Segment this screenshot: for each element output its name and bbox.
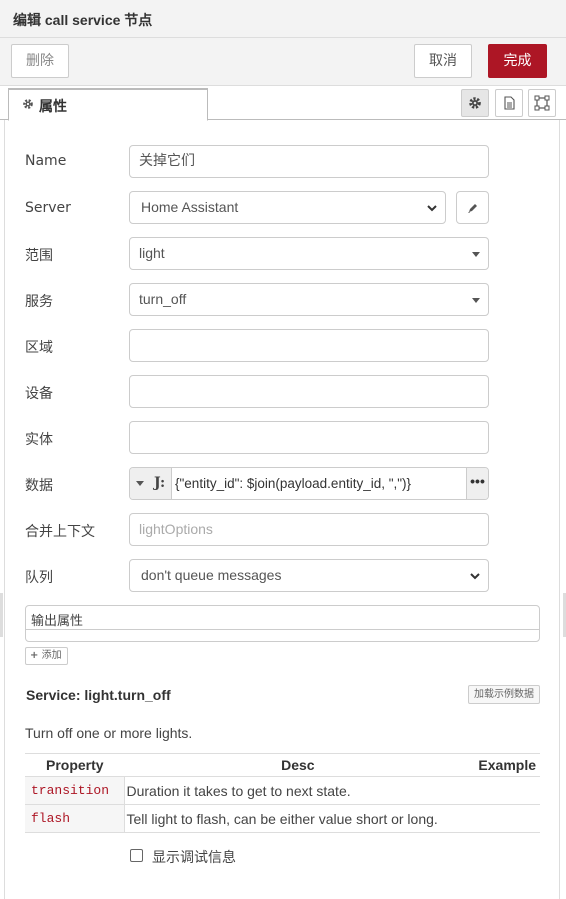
tab-properties[interactable]: 属性 — [8, 88, 208, 121]
merge-context-label: 合并上下文 — [25, 524, 95, 540]
data-label: 数据 — [25, 478, 53, 494]
entity-input[interactable] — [129, 421, 489, 454]
service-select[interactable]: turn_off — [129, 283, 489, 316]
table-row: flash Tell light to flash, can be either… — [25, 804, 540, 833]
property-cell: transition — [25, 776, 125, 805]
appearance-view-button[interactable] — [528, 89, 556, 117]
frame-icon — [534, 95, 550, 111]
tray-header: 编辑 call service 节点 — [0, 0, 566, 38]
name-input[interactable]: 关掉它们 — [129, 145, 489, 178]
gear-icon — [469, 97, 481, 109]
tab-properties-label: 属性 — [39, 99, 67, 115]
settings-view-button[interactable] — [461, 89, 489, 117]
output-properties-header: 输出属性 — [26, 606, 539, 630]
name-label: Name — [25, 153, 67, 169]
domain-select-value: light — [139, 245, 165, 261]
service-description: Turn off one or more lights. — [25, 725, 193, 741]
data-value[interactable]: {"entity_id": $join(payload.entity_id, "… — [175, 468, 411, 499]
cancel-button[interactable]: 取消 — [414, 44, 472, 78]
domain-label: 范围 — [25, 248, 53, 264]
service-select-value: turn_off — [139, 291, 187, 307]
queue-label: 队列 — [25, 570, 53, 586]
edit-server-button[interactable] — [456, 191, 489, 224]
server-select[interactable]: Home Assistant — [129, 191, 446, 224]
queue-select[interactable]: don't queue messages — [129, 559, 489, 592]
desc-cell: Tell light to flash, can be either value… — [124, 804, 472, 833]
caret-down-icon — [472, 298, 480, 303]
domain-select[interactable]: light — [129, 237, 489, 270]
example-cell — [471, 776, 540, 805]
merge-context-input[interactable]: lightOptions — [129, 513, 489, 546]
column-header-desc: Desc — [124, 753, 472, 777]
resize-handle-left[interactable] — [0, 593, 3, 637]
jsonata-icon: J: — [154, 475, 166, 491]
table-header-row: Property Desc Example — [25, 753, 540, 777]
chevron-down-icon — [427, 205, 437, 212]
server-select-value: Home Assistant — [141, 199, 239, 215]
gear-icon — [22, 98, 34, 113]
chevron-down-icon — [470, 573, 480, 580]
property-cell: flash — [25, 804, 125, 833]
description-view-button[interactable] — [495, 89, 523, 117]
entity-label: 实体 — [25, 432, 53, 448]
add-output-button[interactable]: + 添加 — [25, 647, 68, 665]
page-title: 编辑 call service 节点 — [13, 12, 153, 28]
pencil-icon — [468, 204, 477, 213]
file-icon — [504, 96, 515, 110]
table-row: transition Duration it takes to get to n… — [25, 776, 540, 805]
column-header-example: Example — [471, 753, 540, 777]
output-properties-list: 输出属性 — [25, 605, 540, 642]
caret-down-icon — [136, 481, 144, 486]
debug-label: 显示调试信息 — [152, 850, 236, 866]
tab-bar: 属性 — [0, 86, 566, 121]
load-example-button[interactable]: 加载示例数据 — [468, 685, 540, 704]
plus-icon: + — [30, 650, 39, 661]
device-label: 设备 — [25, 386, 53, 402]
data-type-selector[interactable]: J: — [130, 468, 172, 499]
done-button[interactable]: 完成 — [488, 44, 547, 78]
debug-checkbox[interactable] — [130, 849, 143, 862]
service-label: 服务 — [25, 294, 53, 310]
add-output-label: 添加 — [41, 650, 62, 661]
tray-toolbar: 删除 取消 完成 — [0, 38, 566, 86]
server-label: Server — [25, 200, 71, 216]
queue-select-value: don't queue messages — [141, 567, 282, 583]
caret-down-icon — [472, 252, 480, 257]
device-input[interactable] — [129, 375, 489, 408]
service-title: Service: light.turn_off — [26, 687, 171, 703]
area-input[interactable] — [129, 329, 489, 362]
delete-button[interactable]: 删除 — [11, 44, 69, 78]
column-header-property: Property — [25, 753, 124, 777]
data-typed-input: J: {"entity_id": $join(payload.entity_id… — [129, 467, 489, 500]
expand-editor-button[interactable]: ••• — [466, 468, 488, 499]
service-fields-table: Property Desc Example transition Duratio… — [25, 753, 540, 833]
desc-cell: Duration it takes to get to next state. — [124, 776, 472, 805]
example-cell — [471, 804, 540, 833]
area-label: 区域 — [25, 340, 53, 356]
output-properties-label: 输出属性 — [31, 614, 84, 629]
